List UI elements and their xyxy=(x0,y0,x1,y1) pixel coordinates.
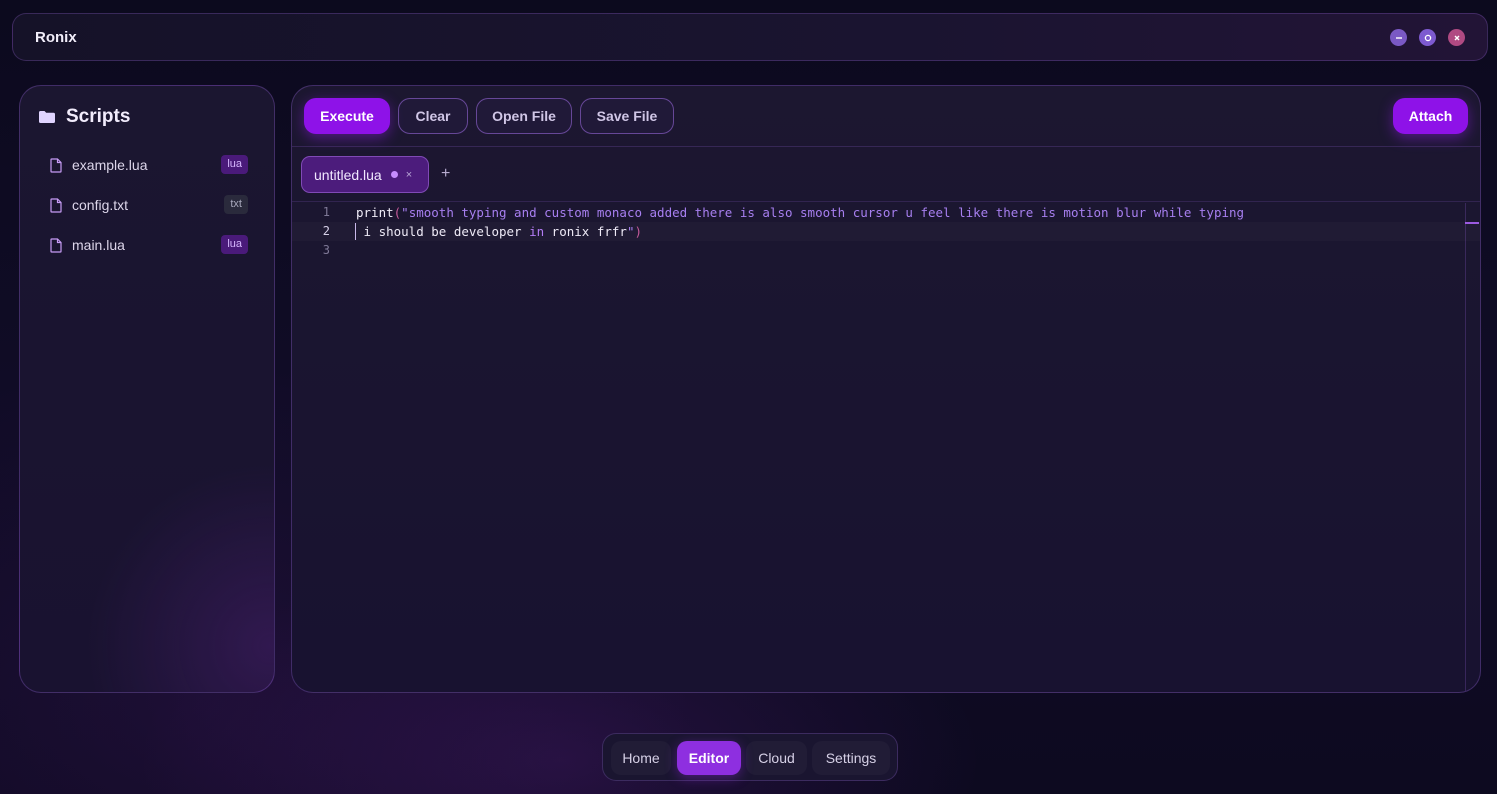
code-token-paren: ) xyxy=(634,224,643,239)
open-file-button[interactable]: Open File xyxy=(476,98,572,134)
code-editor[interactable]: 1 print("smooth typing and custom monaco… xyxy=(292,203,1480,692)
file-name: config.txt xyxy=(72,197,129,213)
scroll-position-marker xyxy=(1465,222,1479,224)
code-line: 3 xyxy=(292,241,1480,260)
title-bar: Ronix xyxy=(12,13,1488,61)
line-number: 1 xyxy=(322,205,330,219)
file-icon xyxy=(50,197,62,213)
nav-editor[interactable]: Editor xyxy=(677,741,741,775)
unsaved-indicator xyxy=(390,171,398,178)
circle-icon xyxy=(1424,34,1431,41)
editor-scrollbar[interactable] xyxy=(1465,203,1466,692)
new-tab-button[interactable]: + xyxy=(441,165,450,183)
file-item[interactable]: main.lua lua xyxy=(50,232,248,258)
scripts-sidebar: Scripts example.lua lua config.txt txt m… xyxy=(19,85,275,693)
file-type-badge: lua xyxy=(221,155,248,174)
minimize-button[interactable] xyxy=(1390,29,1407,46)
clear-button[interactable]: Clear xyxy=(398,98,468,134)
attach-button[interactable]: Attach xyxy=(1393,98,1468,134)
tab-untitled[interactable]: untitled.lua × xyxy=(301,156,429,193)
nav-cloud[interactable]: Cloud xyxy=(746,741,807,775)
line-number: 3 xyxy=(322,243,330,257)
code-token-plain: i should be developer xyxy=(356,224,530,239)
code-text: i should be developer in ronix frfr") xyxy=(356,222,643,241)
code-token-function: print xyxy=(356,205,394,220)
folder-icon xyxy=(39,111,55,123)
x-icon xyxy=(1454,35,1459,40)
code-text: print("smooth typing and custom monaco a… xyxy=(356,203,1244,222)
code-line: 1 print("smooth typing and custom monaco… xyxy=(292,203,1480,222)
tab-close-icon[interactable]: × xyxy=(406,169,412,181)
editor-toolbar: Execute Clear Open File Save File Attach xyxy=(292,86,1480,147)
window-controls xyxy=(1390,29,1465,46)
code-token-string: "smooth typing and custom monaco added t… xyxy=(401,205,1245,220)
tab-label: untitled.lua xyxy=(314,166,382,183)
file-icon xyxy=(50,237,62,253)
line-number: 2 xyxy=(322,224,330,238)
nav-settings[interactable]: Settings xyxy=(812,741,890,775)
editor-panel: Execute Clear Open File Save File Attach… xyxy=(291,85,1481,693)
file-icon xyxy=(50,157,62,173)
file-item[interactable]: config.txt txt xyxy=(50,192,248,218)
bottom-navigation: Home Editor Cloud Settings xyxy=(602,733,898,781)
file-type-badge: txt xyxy=(224,195,248,214)
minus-icon xyxy=(1395,36,1402,39)
nav-home[interactable]: Home xyxy=(611,741,671,775)
file-type-badge: lua xyxy=(221,235,248,254)
code-token-keyword: in xyxy=(529,224,545,239)
code-line-current: 2 i should be developer in ronix frfr") xyxy=(292,222,1480,241)
sidebar-header: Scripts xyxy=(38,106,130,128)
code-token-plain: ronix frfr xyxy=(544,224,627,239)
app-title: Ronix xyxy=(35,28,77,46)
execute-button[interactable]: Execute xyxy=(304,98,390,134)
file-name: example.lua xyxy=(72,157,148,173)
close-button[interactable] xyxy=(1448,29,1465,46)
sidebar-title: Scripts xyxy=(66,106,131,127)
tab-bar: untitled.lua × + xyxy=(292,148,1480,202)
save-file-button[interactable]: Save File xyxy=(580,98,674,134)
maximize-button[interactable] xyxy=(1419,29,1436,46)
file-name: main.lua xyxy=(72,237,125,253)
file-item[interactable]: example.lua lua xyxy=(50,152,248,178)
